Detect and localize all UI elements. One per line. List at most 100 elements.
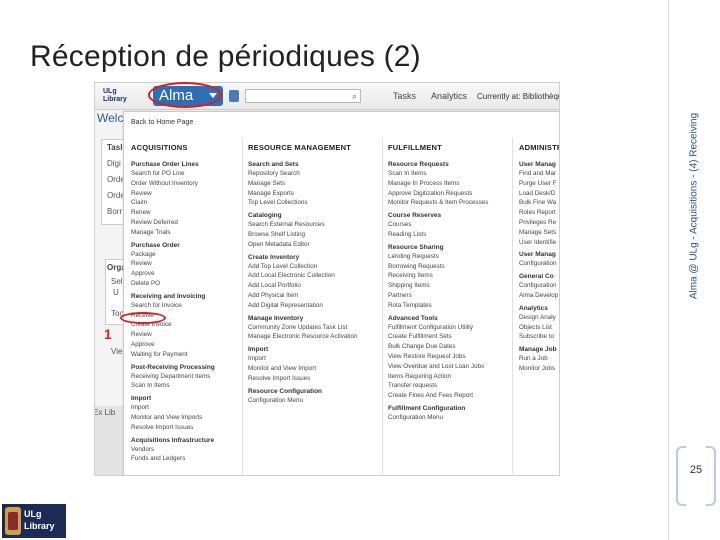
menu-item[interactable]: Borrowing Requests (388, 262, 512, 272)
menu-column-1: RESOURCE MANAGEMENT Search and Sets Reposi… (248, 143, 383, 405)
menu-item[interactable]: Configuration Menu (388, 413, 512, 423)
menu-item[interactable]: Order Without Inventory (131, 179, 239, 189)
menu-item[interactable]: Objects List (519, 323, 559, 333)
menu-item[interactable]: Load Desk/D (519, 189, 559, 199)
menu-item[interactable]: Manage Exports (248, 189, 383, 199)
menu-item[interactable]: Partners (388, 291, 512, 301)
menu-item[interactable]: Search for PO Line (131, 169, 239, 179)
view-link[interactable]: Vie (111, 347, 122, 356)
menu-item[interactable]: Create Fulfillment Sets (388, 332, 512, 342)
menu-item[interactable]: Waiting for Payment (131, 350, 239, 360)
menu-item[interactable]: Receiving Department Items (131, 372, 239, 382)
menu-item[interactable]: Top Level Collections (248, 198, 383, 208)
menu-item[interactable]: Transfer requests (388, 381, 512, 391)
menu-item[interactable]: Browse Shelf Listing (248, 230, 383, 240)
menu-item[interactable]: Manage Sets (519, 228, 559, 238)
menu-item[interactable]: Claim (131, 198, 239, 208)
menu-item[interactable]: Privileges Re (519, 218, 559, 228)
menu-item[interactable]: Receiving Items (388, 271, 512, 281)
menu-item[interactable]: Review (131, 259, 239, 269)
menu-item[interactable]: Monitor and View Import (248, 364, 383, 374)
menu-item[interactable]: Run a Job (519, 354, 559, 364)
menu-section-title: Receiving and Invoicing (131, 292, 206, 300)
menu-item[interactable]: View Restore Request Jobs (388, 352, 512, 362)
menu-item[interactable]: Community Zone Updates Task List (248, 323, 383, 333)
menu-item[interactable]: Import (131, 403, 239, 413)
menu-item[interactable]: Add Local Portfolio (248, 281, 383, 291)
menu-item[interactable]: User Identifie (519, 238, 559, 248)
menu-item[interactable]: Manage In Process Items (388, 179, 512, 189)
menu-item[interactable]: Review (131, 189, 239, 199)
menu-item[interactable]: Find and Mar (519, 169, 559, 179)
menu-item[interactable]: Reading Lists (388, 230, 512, 240)
menu-item[interactable]: Package (131, 250, 239, 260)
menu-item[interactable]: Add Top Level Collection (248, 262, 383, 272)
column-divider (512, 138, 513, 474)
menu-section-title: Advanced Tools (388, 314, 438, 322)
alma-main-menu: Back to Home Page ACQUISITIONS Purchase O… (123, 111, 559, 475)
menu-item[interactable]: Resolve Import Issues (248, 374, 383, 384)
task-item[interactable]: Digi (107, 159, 121, 168)
menu-item[interactable]: Scan In Items (388, 169, 512, 179)
search-icon[interactable]: ⌕ (352, 91, 357, 102)
menu-item[interactable]: View Overdue and Lost Loan Jobs (388, 362, 512, 372)
logo-line-1: ULg (103, 88, 117, 95)
receive-highlight (120, 312, 166, 324)
menu-item[interactable]: Shipping Items (388, 281, 512, 291)
menu-item[interactable]: Vendors (131, 445, 239, 455)
page-number: 25 (676, 446, 716, 506)
menu-item[interactable]: Alma Develop (519, 291, 559, 301)
menu-item[interactable]: Approve (131, 269, 239, 279)
menu-item[interactable]: Manage Sets (248, 179, 383, 189)
menu-item[interactable]: Rota Templates (388, 301, 512, 311)
menu-item[interactable]: Manage Electronic Resource Activation (248, 332, 383, 342)
tasks-link[interactable]: Tasks (393, 91, 416, 101)
menu-item[interactable]: Subscribe to (519, 332, 559, 342)
menu-column-header: FULFILLMENT (388, 143, 442, 152)
task-item[interactable]: Borr (107, 207, 122, 216)
menu-item[interactable]: Monitor Requests & Item Processes (388, 198, 512, 208)
menu-item[interactable]: Review (131, 330, 239, 340)
menu-item[interactable]: Add Digital Representation (248, 301, 383, 311)
menu-item[interactable]: Bulk Fine Wa (519, 198, 559, 208)
select-value[interactable]: U (113, 288, 119, 297)
search-input[interactable]: ⌕ (245, 89, 361, 103)
menu-item[interactable]: Purge User F (519, 179, 559, 189)
menu-item[interactable]: Fulfillment Configuration Utility (388, 323, 512, 333)
menu-item[interactable]: Renew (131, 208, 239, 218)
menu-item[interactable]: Roles Report (519, 208, 559, 218)
menu-item[interactable]: Approve (131, 340, 239, 350)
back-to-home-link[interactable]: Back to Home Page (131, 119, 193, 126)
menu-section-title: Import (248, 346, 269, 354)
menu-item[interactable]: Manage Trials (131, 228, 239, 238)
menu-item[interactable]: Search External Resources (248, 220, 383, 230)
analytics-link[interactable]: Analytics (431, 91, 467, 101)
menu-item[interactable]: Search for Invoice (131, 301, 239, 311)
menu-item[interactable]: Repository Search (248, 169, 383, 179)
menu-item[interactable]: Courses (388, 220, 512, 230)
current-location[interactable]: Currently at: Bibliothèque (477, 92, 559, 101)
menu-item[interactable]: Approve Digitization Requests (388, 189, 512, 199)
menu-item[interactable]: Review Deferred (131, 218, 239, 228)
menu-item[interactable]: Bulk Change Due Dates (388, 342, 512, 352)
menu-item[interactable]: Import (248, 354, 383, 364)
ulg-library-logo[interactable]: ULg Library (103, 86, 139, 108)
menu-item[interactable]: Add Physical Item (248, 291, 383, 301)
menu-item[interactable]: Open Metadata Editor (248, 240, 383, 250)
menu-item[interactable]: Monitor and View Imports (131, 413, 239, 423)
menu-item[interactable]: Delete PO (131, 279, 239, 289)
menu-item[interactable]: Add Local Electronic Collection (248, 271, 383, 281)
menu-item[interactable]: Configuration (519, 259, 559, 269)
menu-item[interactable]: Resolve Import Issues (131, 423, 239, 433)
menu-item[interactable]: Design Analy (519, 313, 559, 323)
menu-item[interactable]: Scan In Items (131, 381, 239, 391)
document-icon[interactable] (229, 90, 239, 102)
menu-item[interactable]: Funds and Ledgers (131, 454, 239, 464)
menu-item[interactable]: Create Fines And Fees Report (388, 391, 512, 401)
menu-item[interactable]: Configuration Menu (248, 396, 383, 406)
menu-item[interactable]: Monitor Jobs (519, 364, 559, 374)
menu-item[interactable]: Lending Requests (388, 252, 512, 262)
menu-item[interactable]: Configuration (519, 281, 559, 291)
menu-item[interactable]: Items Requiring Action (388, 372, 512, 382)
side-caption: Alma @ ULg - Acquisitions - (4) Receivin… (672, 6, 716, 406)
